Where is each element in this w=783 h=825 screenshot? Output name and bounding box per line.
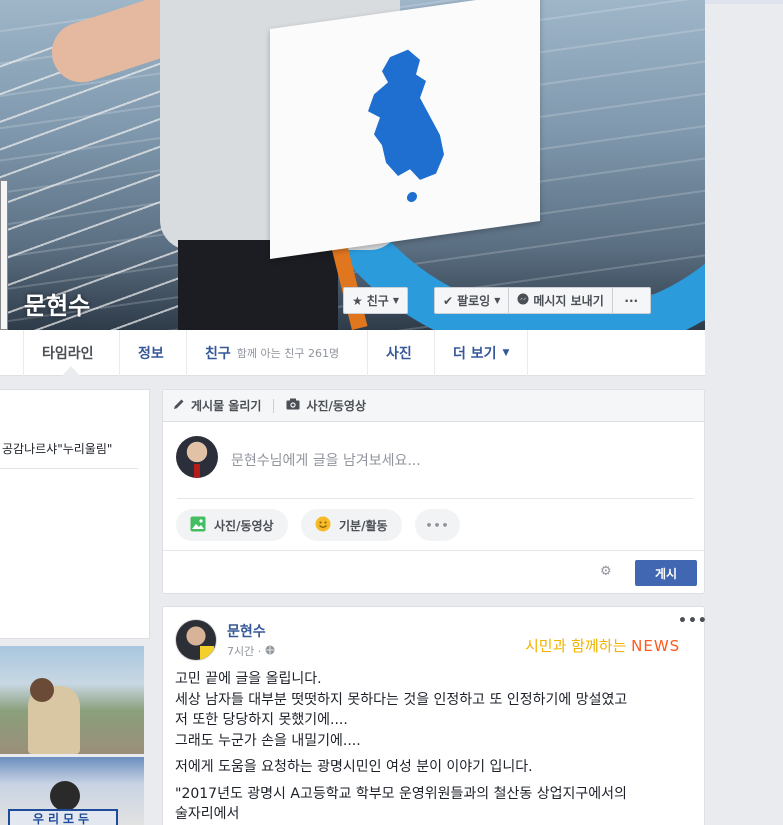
cover-post xyxy=(0,180,8,330)
composer-tabs: 게시물 올리기 사진/동영상 xyxy=(163,390,704,422)
profile-nav-bar: 타임라인 정보 친구 함께 아는 친구 261명 사진 더 보기 ▼ xyxy=(0,330,705,376)
tab-photos[interactable]: 사진 xyxy=(367,330,430,376)
more-options-label: ••• xyxy=(425,518,450,532)
tab-write-post[interactable]: 게시물 올리기 xyxy=(173,397,261,414)
watermark-news: NEWS xyxy=(631,637,681,655)
friend-button[interactable]: ★ 친구 ▼ xyxy=(343,287,409,314)
caret-down-icon: ▼ xyxy=(502,348,510,358)
post-composer: 게시물 올리기 사진/동영상 문현수님에게 글을 남겨보세요... 사진/동영상… xyxy=(162,389,705,594)
message-button-label: 메시지 보내기 xyxy=(533,294,604,308)
story-line: 저에게 도움을 요청하는 광명시민인 여성 분이 이야기 입니다. xyxy=(175,759,533,775)
star-icon: ★ xyxy=(352,293,363,308)
story-line: 고민 끝에 글을 올립니다. xyxy=(175,671,322,687)
more-options-button[interactable]: ··· xyxy=(612,287,651,314)
tab-friends[interactable]: 친구 함께 아는 친구 261명 xyxy=(186,330,357,376)
avatar-badge xyxy=(200,646,214,660)
separator-dot: · xyxy=(257,645,265,658)
photo-thumbnail[interactable] xyxy=(0,646,144,754)
watermark-text: 시민과 함께하는 xyxy=(525,637,632,655)
following-button-label: 팔로잉 xyxy=(457,294,491,308)
tab-more[interactable]: 더 보기 ▼ xyxy=(434,330,529,376)
photo-banner-text: 우리모두 xyxy=(8,809,118,825)
photo-video-label: 사진/동영상 xyxy=(214,518,274,533)
avatar xyxy=(176,436,218,478)
unification-flag xyxy=(270,0,540,259)
more-options-button[interactable]: ••• xyxy=(415,509,460,541)
story-line: 그래도 누군가 손을 내밀기에.... xyxy=(175,732,361,749)
story-author[interactable]: 문현수 xyxy=(227,621,266,641)
divider xyxy=(273,398,275,413)
mutual-friends-count: 함께 아는 친구 261명 xyxy=(236,347,340,360)
intro-card: 공감나르샤"누리울림" xyxy=(0,389,150,639)
friend-button-label: 친구 xyxy=(366,294,389,308)
caret-down-icon: ▼ xyxy=(392,296,400,305)
message-button[interactable]: 메시지 보내기 xyxy=(509,287,613,314)
story-options-button[interactable]: ••• xyxy=(678,613,708,629)
divider xyxy=(163,550,704,551)
tab-info-label: 정보 xyxy=(138,346,164,362)
post-button-label: 게시 xyxy=(654,566,678,581)
story-line: 술자리에서 xyxy=(175,806,240,822)
more-options-label: ··· xyxy=(624,293,639,308)
divider xyxy=(0,468,138,469)
story-body: 고민 끝에 글을 올립니다. 세상 남자들 대부분 떳떳하지 못하다는 것을 인… xyxy=(175,669,695,825)
profile-name[interactable]: 문현수 xyxy=(24,286,90,321)
photo-person-head xyxy=(30,678,54,702)
caret-down-icon: ▼ xyxy=(494,296,501,305)
korea-map-icon xyxy=(368,49,444,203)
tab-photo-video[interactable]: 사진/동영상 xyxy=(286,397,366,414)
messenger-icon xyxy=(517,293,529,308)
cover-pants xyxy=(178,240,338,330)
photo-icon xyxy=(190,516,206,535)
cover-buttons-left: ★ 친구 ▼ xyxy=(343,287,409,314)
camera-icon xyxy=(286,398,300,413)
tab-info[interactable]: 정보 xyxy=(119,330,182,376)
check-icon: ✔ xyxy=(443,293,454,308)
tab-photo-video-label: 사진/동영상 xyxy=(306,399,367,413)
tab-friends-label: 친구 xyxy=(205,346,231,362)
active-tab-indicator xyxy=(62,366,80,376)
cover-photo[interactable]: 문현수 xyxy=(0,0,705,330)
story-line: 저 또한 당당하지 못했기에.... xyxy=(175,712,348,728)
page-background-gutter xyxy=(705,0,783,825)
feed-story: 문현수 7시간 · ••• 시민과 함께하는 NEWS 고민 끝에 글을 올립니… xyxy=(162,606,708,825)
story-line: 세상 남자들 대부분 떳떳하지 못하다는 것을 인정하고 또 인정하기에 망설였… xyxy=(175,691,628,708)
tab-timeline-label: 타임라인 xyxy=(42,346,94,362)
avatar[interactable] xyxy=(175,619,217,661)
cover-buttons-right: ✔ 팔로잉 ▼ 메시지 보내기 ··· xyxy=(434,287,651,314)
globe-icon[interactable] xyxy=(265,645,275,658)
post-input[interactable]: 문현수님에게 글을 남겨보세요... xyxy=(231,450,421,470)
story-line: "2017년도 광명시 A고등학교 학부모 운영위원들과의 철산동 상업지구에서… xyxy=(175,785,627,802)
following-button[interactable]: ✔ 팔로잉 ▼ xyxy=(434,287,510,314)
feeling-activity-label: 기분/활동 xyxy=(339,518,388,533)
pencil-icon xyxy=(173,398,185,413)
tab-write-post-label: 게시물 올리기 xyxy=(191,399,262,413)
top-border xyxy=(705,0,783,4)
post-button[interactable]: 게시 xyxy=(635,560,697,586)
smiley-icon xyxy=(315,516,331,535)
divider xyxy=(177,498,693,499)
story-timestamp[interactable]: 7시간 xyxy=(227,645,254,658)
tab-more-label: 더 보기 xyxy=(453,346,497,362)
intro-text: 공감나르샤"누리울림" xyxy=(2,442,113,456)
tab-photos-label: 사진 xyxy=(386,346,412,362)
photo-person xyxy=(50,781,80,811)
photo-thumbnail[interactable]: 우리모두 xyxy=(0,757,144,825)
photo-video-button[interactable]: 사진/동영상 xyxy=(176,509,288,541)
avatar-tie xyxy=(194,464,200,478)
feeling-activity-button[interactable]: 기분/활동 xyxy=(301,509,402,541)
news-watermark: 시민과 함께하는 NEWS xyxy=(525,635,680,656)
story-meta: 7시간 · xyxy=(227,643,275,659)
gear-icon[interactable]: ⚙ xyxy=(600,564,612,579)
